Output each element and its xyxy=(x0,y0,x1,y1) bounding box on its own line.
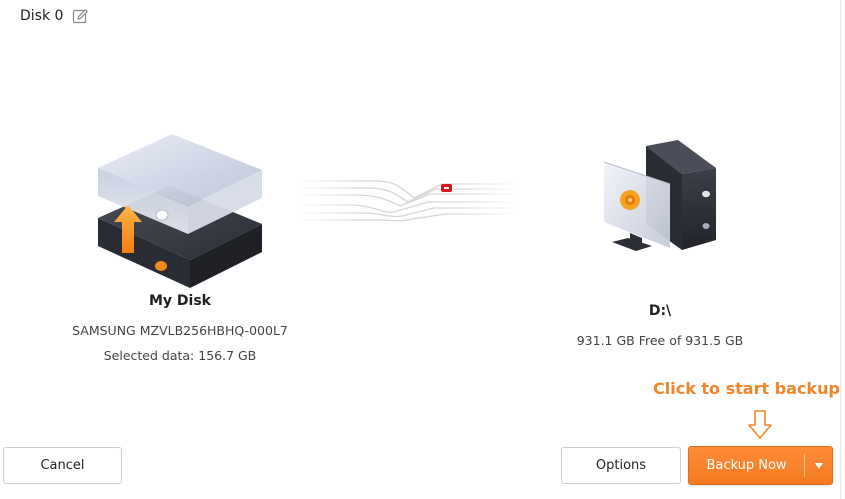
start-backup-hint: Click to start backup xyxy=(653,379,840,398)
source-disk-model: SAMSUNG MZVLB256HBHQ-000L7 xyxy=(72,323,288,338)
cancel-button[interactable]: Cancel xyxy=(3,447,122,484)
edit-icon[interactable] xyxy=(72,8,89,25)
backup-task-page: Disk 0 My Disk SAMSUNG MZVLB256HBHQ-000L… xyxy=(0,0,845,499)
task-title: Disk 0 xyxy=(20,8,64,24)
destination-free-space: 931.1 GB Free of 931.5 GB xyxy=(576,333,744,348)
caret-down-icon xyxy=(814,462,823,469)
task-header: Disk 0 xyxy=(20,6,89,26)
arrow-down-icon xyxy=(748,410,772,440)
backup-now-split-button: Backup Now xyxy=(688,446,833,485)
backup-options-dropdown[interactable] xyxy=(805,447,832,484)
selected-data-size: Selected data: 156.7 GB xyxy=(103,348,257,363)
options-button[interactable]: Options xyxy=(561,447,681,484)
computer-icon[interactable] xyxy=(590,138,730,258)
destination-name: D:\ xyxy=(648,303,672,319)
scroll-edge xyxy=(840,0,841,499)
data-flow-icon xyxy=(296,172,524,228)
disk-backup-icon[interactable] xyxy=(90,112,270,292)
backup-now-button[interactable]: Backup Now xyxy=(689,447,804,484)
source-disk-name: My Disk xyxy=(149,293,211,309)
